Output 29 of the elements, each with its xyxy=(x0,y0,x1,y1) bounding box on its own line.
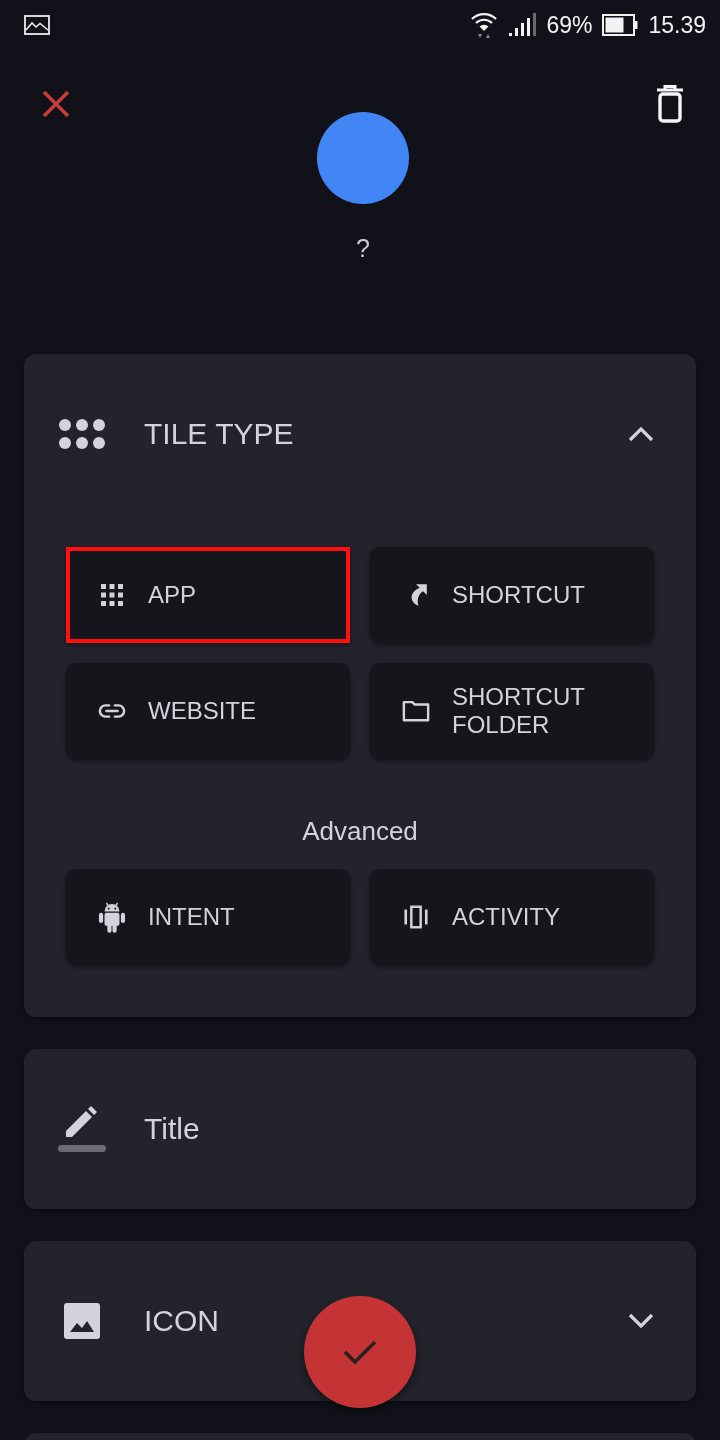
carousel-icon xyxy=(402,904,430,930)
preview-label: ? xyxy=(356,234,370,263)
dots-icon xyxy=(59,418,105,449)
signal-icon xyxy=(508,13,537,37)
link-icon xyxy=(98,702,126,720)
section-title: TILE TYPE xyxy=(144,416,295,451)
trash-icon xyxy=(656,85,684,123)
advanced-label: Advanced xyxy=(301,815,419,847)
picture-icon xyxy=(24,15,50,35)
wifi-icon xyxy=(470,10,499,40)
tile-type-option[interactable]: SHORTCUT xyxy=(370,547,654,643)
image-icon xyxy=(64,1303,100,1339)
section-title: ICON xyxy=(144,1304,220,1338)
tile-type-option[interactable]: SHORTCUT FOLDER xyxy=(370,663,654,759)
clock-time: 15.39 xyxy=(648,11,706,39)
tile-type-option[interactable]: WEBSITE xyxy=(66,663,350,759)
folder-icon xyxy=(402,699,430,723)
battery-icon xyxy=(602,14,639,36)
tile-type-option[interactable]: INTENT xyxy=(66,869,350,965)
tile-type-option[interactable]: ACTIVITY xyxy=(370,869,654,965)
pencil-icon xyxy=(58,1105,106,1153)
chevron-up-icon[interactable] xyxy=(628,425,654,442)
battery-percent: 69% xyxy=(546,11,593,39)
close-icon xyxy=(42,90,70,118)
check-icon xyxy=(343,1339,377,1365)
chevron-down-icon[interactable] xyxy=(628,1313,654,1329)
title-field[interactable]: Title xyxy=(144,1108,654,1150)
tile-type-option[interactable]: APP xyxy=(66,547,350,643)
grid-icon xyxy=(101,584,123,606)
